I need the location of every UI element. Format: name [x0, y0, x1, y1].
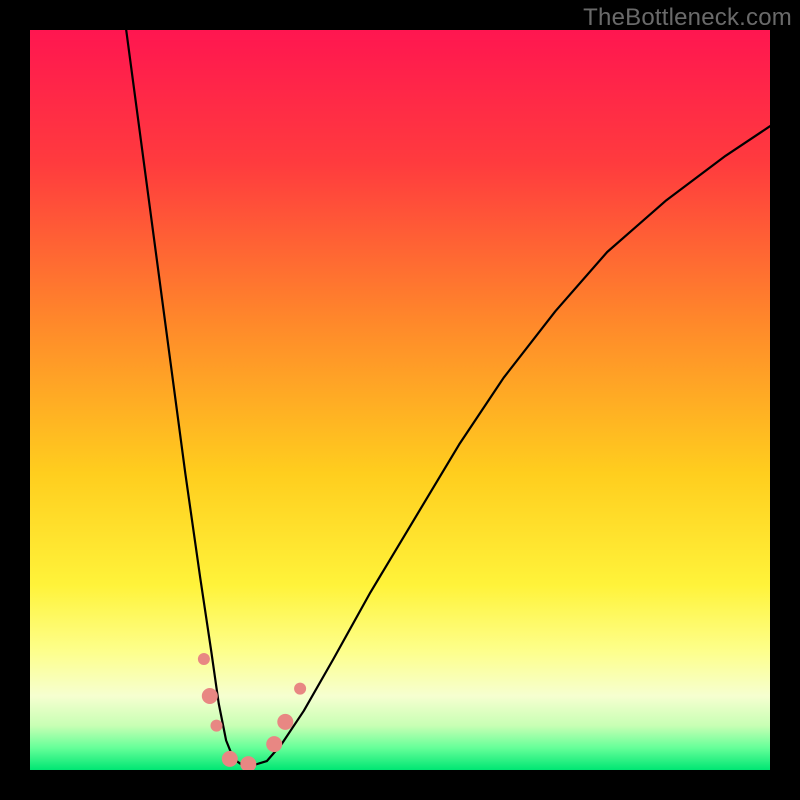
watermark: TheBottleneck.com [583, 4, 792, 32]
point-b [202, 688, 218, 704]
point-a [198, 653, 210, 665]
chart-svg [30, 30, 770, 770]
point-f [266, 736, 282, 752]
point-c [211, 720, 223, 732]
chart-frame: TheBottleneck.com [0, 0, 800, 800]
point-d [222, 751, 238, 767]
point-g [277, 714, 293, 730]
plot-area [30, 30, 770, 770]
point-h [294, 683, 306, 695]
